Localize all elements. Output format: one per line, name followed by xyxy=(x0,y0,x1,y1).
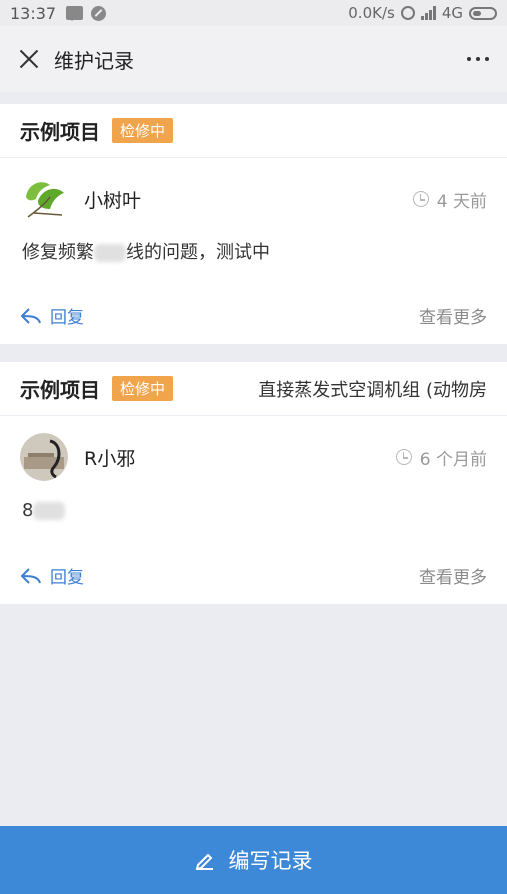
status-badge: 检修中 xyxy=(112,118,174,143)
record-user-row: R小邪 6 个月前 xyxy=(0,416,507,498)
status-bar: 13:37 0.0K/s 4G xyxy=(0,0,507,26)
do-not-disturb-icon xyxy=(91,5,107,21)
record-header: 示例项目 检修中 直接蒸发式空调机组 (动物房 xyxy=(0,362,507,416)
redacted-text xyxy=(94,244,126,262)
record-content: 修复频繁 线的问题，测试中 xyxy=(22,242,270,263)
clock-icon xyxy=(412,191,429,207)
status-time: 13:37 xyxy=(10,3,57,23)
battery-icon xyxy=(469,6,497,20)
network-speed: 0.0K/s xyxy=(348,4,395,22)
user-photo-avatar-icon xyxy=(20,433,68,481)
record-actions: 回复 查看更多 xyxy=(0,563,507,588)
app-header: 维护记录 xyxy=(0,26,507,92)
close-icon[interactable] xyxy=(18,48,40,70)
alarm-icon xyxy=(400,6,415,20)
clock-icon xyxy=(395,449,412,465)
equipment-name: 直接蒸发式空调机组 (动物房 xyxy=(258,379,487,401)
record-user-row: 小树叶 4 天前 xyxy=(0,158,507,240)
status-badge: 检修中 xyxy=(112,376,174,401)
reply-button[interactable]: 回复 xyxy=(20,563,84,588)
user-name: R小邪 xyxy=(84,447,136,470)
record-card: 示例项目 检修中 小树叶 4 天前 修复频繁 线的问题，测试中 回复 查看更多 xyxy=(0,104,507,344)
reply-icon xyxy=(21,307,41,324)
leaf-avatar-icon xyxy=(26,182,64,218)
record-content: 8 xyxy=(0,498,507,538)
record-header: 示例项目 检修中 xyxy=(0,104,507,158)
write-record-label: 编写记录 xyxy=(228,849,313,873)
view-more-link[interactable]: 查看更多 xyxy=(419,563,487,588)
record-time: 6 个月前 xyxy=(395,445,487,470)
message-icon xyxy=(66,6,84,21)
project-name: 示例项目 xyxy=(20,378,100,402)
time-ago: 6 个月前 xyxy=(419,449,487,470)
view-more-link[interactable]: 查看更多 xyxy=(419,303,487,328)
more-options-icon[interactable] xyxy=(467,51,489,67)
reply-icon xyxy=(21,567,41,584)
avatar xyxy=(20,433,68,481)
network-type: 4G xyxy=(441,4,463,22)
redacted-text xyxy=(33,502,66,520)
project-name: 示例项目 xyxy=(20,120,100,144)
page-title: 维护记录 xyxy=(54,48,134,73)
record-time: 4 天前 xyxy=(412,187,487,212)
signal-icon xyxy=(420,6,436,20)
avatar xyxy=(20,175,68,223)
write-record-button[interactable]: 编写记录 xyxy=(0,826,507,894)
record-card: 示例项目 检修中 直接蒸发式空调机组 (动物房 R小邪 6 个月前 8 回复 查… xyxy=(0,362,507,604)
reply-button[interactable]: 回复 xyxy=(20,303,84,328)
time-ago: 4 天前 xyxy=(436,191,487,212)
record-actions: 回复 查看更多 xyxy=(0,303,507,328)
pencil-icon xyxy=(195,853,213,870)
user-name: 小树叶 xyxy=(84,189,142,212)
